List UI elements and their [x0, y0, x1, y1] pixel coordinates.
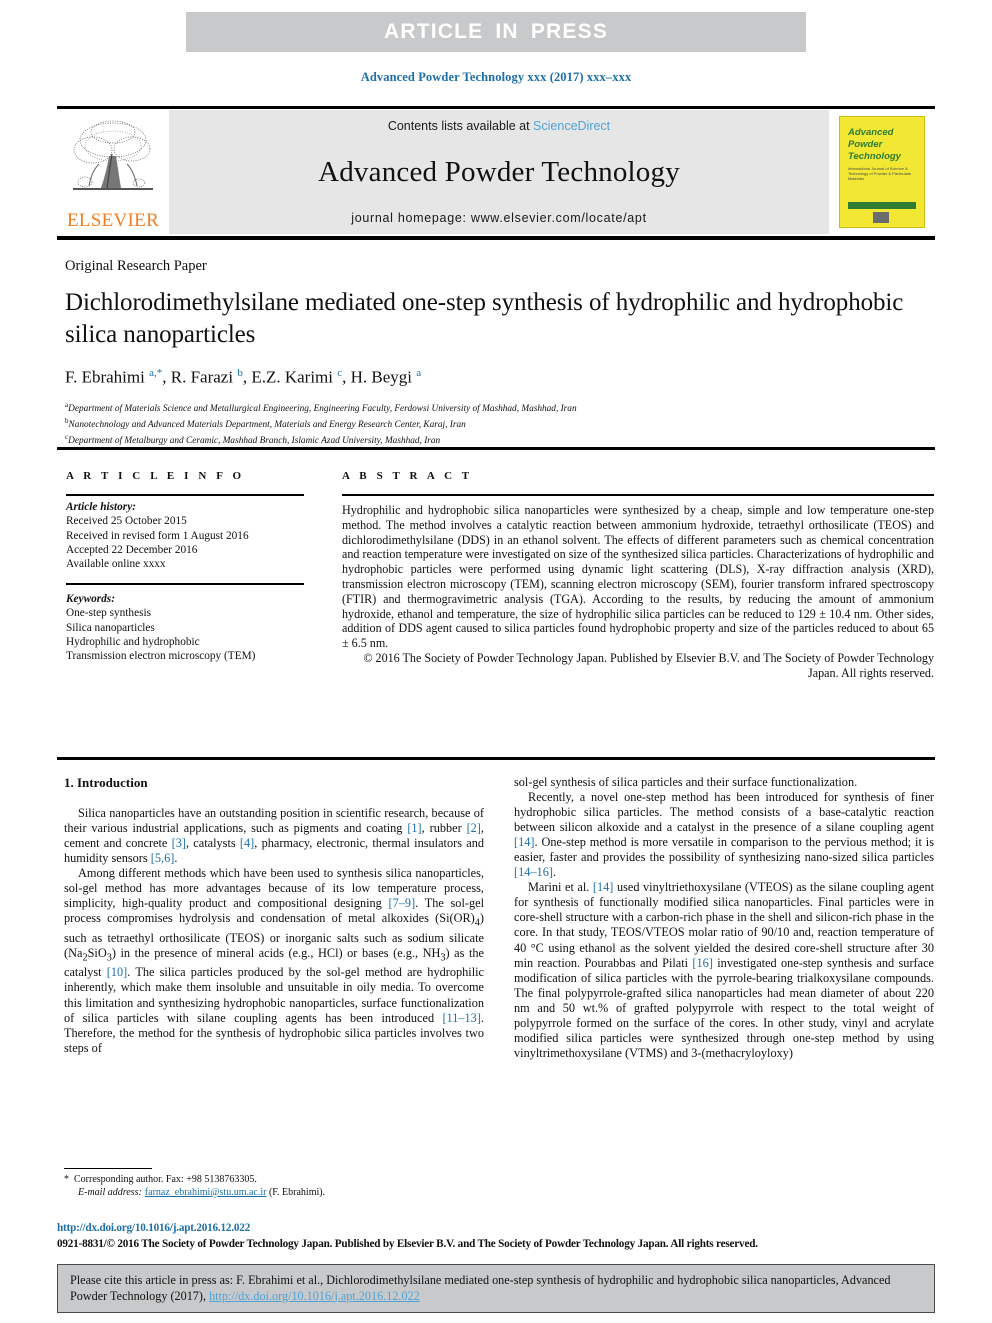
- article-history-block: Article history: Received 25 October 201…: [66, 500, 306, 571]
- abstract-body: Hydrophilic and hydrophobic silica nanop…: [342, 503, 934, 651]
- body-right-column: sol-gel synthesis of silica particles an…: [514, 775, 934, 1061]
- issn-copyright-line: 0921-8831/© 2016 The Society of Powder T…: [57, 1238, 758, 1250]
- cover-elsevier-mark-icon: [873, 212, 889, 223]
- contents-line: Contents lists available at ScienceDirec…: [388, 119, 610, 133]
- keywords-rule: [66, 583, 304, 585]
- article-history-label: Article history:: [66, 501, 136, 513]
- email-owner: (F. Ebrahimi).: [268, 1187, 326, 1198]
- affiliation-item: aDepartment of Materials Science and Met…: [65, 399, 933, 415]
- keywords-label: Keywords:: [66, 593, 115, 605]
- affiliation-text: Nanotechnology and Advanced Materials De…: [68, 420, 466, 431]
- abstract-rule: [342, 494, 934, 496]
- keyword-item: Hydrophilic and hydrophobic: [66, 635, 200, 648]
- elsevier-wordmark: ELSEVIER: [66, 210, 160, 231]
- body-paragraph: Silica nanoparticles have an outstanding…: [64, 806, 484, 866]
- citation-ref[interactable]: [14]: [514, 835, 535, 849]
- history-item: Received in revised form 1 August 2016: [66, 529, 249, 542]
- author-list: F. Ebrahimi a,*, R. Farazi b, E.Z. Karim…: [65, 367, 422, 387]
- cover-title-line3: Technology: [848, 151, 901, 162]
- journal-banner: Contents lists available at ScienceDirec…: [169, 110, 829, 234]
- cite-doi-link[interactable]: http://dx.doi.org/10.1016/j.apt.2016.12.…: [209, 1289, 420, 1303]
- body-paragraph: Recently, a novel one-step method has be…: [514, 790, 934, 880]
- cover-subtitle: International Journal of Science & Techn…: [848, 166, 912, 181]
- cover-green-bar: [848, 202, 916, 209]
- running-head: Advanced Powder Technology xxx (2017) xx…: [360, 70, 632, 84]
- keyword-item: Silica nanoparticles: [66, 621, 155, 634]
- affiliation-item: cDepartment of Metalburgy and Ceramic, M…: [65, 431, 933, 447]
- citation-ref[interactable]: [14]: [593, 880, 614, 894]
- elsevier-tree-icon: [73, 120, 153, 190]
- corresponding-author-footnote: * Corresponding author. Fax: +98 51387633…: [64, 1173, 484, 1199]
- abstract-copyright: © 2016 The Society of Powder Technology …: [363, 650, 934, 680]
- footnote-corresponding-text: Corresponding author. Fax: +98 513876330…: [74, 1174, 257, 1185]
- keyword-item: One-step synthesis: [66, 607, 152, 620]
- journal-cover-thumbnail: Advanced Powder Technology International…: [829, 110, 935, 234]
- sciencedirect-link[interactable]: ScienceDirect: [533, 119, 610, 133]
- elsevier-logo: ELSEVIER: [57, 110, 169, 234]
- masthead-bottom-rule: [57, 236, 935, 240]
- citation-ref[interactable]: [5,6]: [151, 851, 175, 865]
- footnote-asterisk-icon: *: [64, 1174, 69, 1185]
- citation-ref[interactable]: [11–13]: [442, 1011, 480, 1025]
- journal-cover-image: Advanced Powder Technology International…: [839, 116, 925, 228]
- abstract-heading: A B S T R A C T: [342, 470, 473, 482]
- email-address-label: E-mail address:: [78, 1187, 142, 1198]
- citation-ref[interactable]: [10]: [107, 965, 128, 979]
- article-in-press-label: ARTICLE IN PRESS: [383, 20, 609, 43]
- article-page: ARTICLE IN PRESS Advanced Powder Technol…: [0, 0, 992, 1323]
- history-item: Accepted 22 December 2016: [66, 543, 198, 556]
- section-heading-introduction: 1. Introduction: [64, 775, 148, 790]
- citation-ref[interactable]: [7–9]: [389, 896, 416, 910]
- paper-type-label: Original Research Paper: [65, 258, 207, 274]
- journal-masthead: ELSEVIER Contents lists available at Sci…: [57, 110, 935, 234]
- body-top-rule: [57, 757, 935, 760]
- footnote-rule: [64, 1168, 152, 1170]
- doi-link[interactable]: http://dx.doi.org/10.1016/j.apt.2016.12.…: [57, 1222, 250, 1234]
- abstract-top-rule: [57, 447, 935, 450]
- article-info-heading: A R T I C L E I N F O: [66, 470, 245, 482]
- article-info-column: Article history: Received 25 October 201…: [66, 500, 306, 571]
- citation-ref[interactable]: [3]: [172, 836, 186, 850]
- keyword-item: Transmission electron microscopy (TEM): [66, 650, 256, 663]
- article-info-rule: [66, 494, 304, 496]
- journal-title: Advanced Powder Technology: [318, 155, 680, 188]
- journal-homepage-line[interactable]: journal homepage: www.elsevier.com/locat…: [351, 211, 647, 225]
- citation-ref[interactable]: [2]: [467, 821, 481, 835]
- keywords-column: Keywords: One-step synthesis Silica nano…: [66, 592, 306, 663]
- footnote-line-1: * Corresponding author. Fax: +98 51387633…: [64, 1173, 484, 1186]
- keywords-block: Keywords: One-step synthesis Silica nano…: [66, 592, 306, 663]
- body-paragraph: sol-gel synthesis of silica particles an…: [514, 775, 858, 789]
- citation-ref[interactable]: [4]: [240, 836, 254, 850]
- abstract-column: Hydrophilic and hydrophobic silica nanop…: [342, 503, 934, 681]
- masthead-top-rule: [57, 106, 935, 109]
- body-paragraph: Among different methods which have been …: [64, 866, 484, 1055]
- contents-prefix: Contents lists available at: [387, 119, 534, 133]
- title-block: Original Research Paper Dichlorodimethyl…: [65, 258, 933, 448]
- citation-ref[interactable]: [16]: [692, 956, 713, 970]
- affiliation-text: Department of Materials Science and Meta…: [68, 403, 577, 414]
- email-link[interactable]: farnaz_ebrahimi@stu.um.ac.ir: [145, 1187, 267, 1198]
- history-item: Received 25 October 2015: [66, 515, 187, 528]
- cover-title-line1: Advanced: [848, 127, 894, 138]
- citation-ref[interactable]: [1]: [407, 821, 421, 835]
- affiliation-text: Department of Metalburgy and Ceramic, Ma…: [68, 436, 441, 447]
- cover-title-line2: Powder: [848, 139, 883, 150]
- affiliation-list: aDepartment of Materials Science and Met…: [65, 399, 933, 448]
- footnote-line-2: E-mail address: farnaz_ebrahimi@stu.um.ac…: [64, 1186, 484, 1199]
- citation-ref[interactable]: [14–16]: [514, 865, 553, 879]
- history-item: Available online xxxx: [66, 558, 166, 571]
- body-paragraph: Marini et al. [14] used vinyltriethoxysi…: [514, 880, 935, 1060]
- cite-text: Please cite this article in press as: F.…: [70, 1273, 891, 1303]
- cite-this-article-box: Please cite this article in press as: F.…: [57, 1264, 935, 1313]
- affiliation-item: bNanotechnology and Advanced Materials D…: [65, 415, 933, 431]
- body-left-column: 1. Introduction Silica nanoparticles hav…: [64, 775, 484, 1056]
- article-in-press-banner: ARTICLE IN PRESS: [186, 12, 806, 52]
- page-title: Dichlorodimethylsilane mediated one-step…: [65, 289, 904, 348]
